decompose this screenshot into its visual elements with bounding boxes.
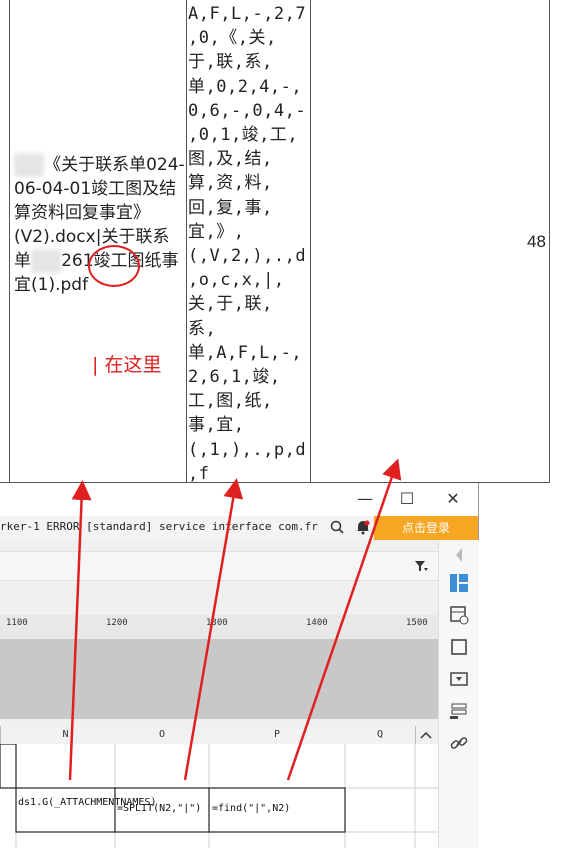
- toolbar: [0, 551, 438, 581]
- column-header-n[interactable]: N: [16, 726, 116, 744]
- column-divider: [186, 0, 187, 483]
- link-icon[interactable]: [448, 732, 470, 754]
- collapse-arrow-icon[interactable]: [448, 544, 470, 566]
- spreadsheet-result-table: •••《关于联系单024-06-04-01竣工图及结算资料回复事宜》 (V2).…: [0, 0, 550, 484]
- filter-icon[interactable]: [414, 559, 428, 573]
- highlight-circle: [88, 245, 140, 287]
- cell-p2[interactable]: =find("|",N2): [212, 802, 342, 815]
- column-divider: [549, 0, 550, 483]
- canvas-area: [0, 639, 438, 719]
- split-result-cell: A,F,L,-,2,7 ,0,《,关, 于,联,系, 单,0,2,4,-, 0,…: [188, 4, 307, 484]
- column-divider: [310, 0, 311, 483]
- bell-icon[interactable]: [355, 519, 371, 535]
- find-result-cell: 48: [527, 232, 546, 251]
- ruler-label: 1300: [206, 618, 228, 628]
- stack-icon[interactable]: [448, 700, 470, 722]
- log-message: rker-1 ERROR [standard] service interfac…: [0, 520, 320, 533]
- column-divider: [9, 0, 10, 483]
- ruler-label: 1100: [6, 618, 28, 628]
- minimize-button[interactable]: —: [355, 489, 375, 509]
- designer-window: — ☐ ✕ rker-1 ERROR [standard] service in…: [0, 483, 479, 848]
- property-panel: [438, 540, 479, 848]
- blurred-text: •••: [31, 249, 62, 273]
- login-button[interactable]: 点击登录: [374, 516, 478, 540]
- layout-icon[interactable]: [448, 572, 470, 594]
- blurred-text: •••: [14, 153, 45, 177]
- cell-n2[interactable]: ds1.G(_ATTACHMENTNAMES): [18, 796, 156, 809]
- chevron-up-icon[interactable]: [419, 729, 433, 741]
- close-button[interactable]: ✕: [443, 489, 463, 509]
- title-bar: — ☐ ✕: [0, 483, 478, 516]
- horizontal-ruler: 1100 1200 1300 1400 1500: [0, 615, 438, 640]
- ruler-label: 1400: [306, 618, 328, 628]
- ruler-label: 1500: [406, 618, 428, 628]
- column-header-o[interactable]: O: [115, 726, 210, 744]
- log-bar: rker-1 ERROR [standard] service interfac…: [0, 516, 438, 540]
- search-icon[interactable]: [330, 520, 344, 534]
- widget-icon[interactable]: [448, 668, 470, 690]
- maximize-button[interactable]: ☐: [397, 489, 417, 509]
- ruler-label: 1200: [106, 618, 128, 628]
- design-grid[interactable]: ds1.G(_ATTACHMENTNAMES) =SPLIT(N2,"|") =…: [0, 744, 438, 848]
- column-header-q[interactable]: Q: [345, 726, 416, 744]
- frame-icon[interactable]: [448, 636, 470, 658]
- column-header-p[interactable]: P: [209, 726, 346, 744]
- cell-o2[interactable]: =SPLIT(N2,"|"): [117, 802, 207, 815]
- here-annotation: | 在这里: [92, 354, 162, 376]
- table-icon[interactable]: [448, 604, 470, 626]
